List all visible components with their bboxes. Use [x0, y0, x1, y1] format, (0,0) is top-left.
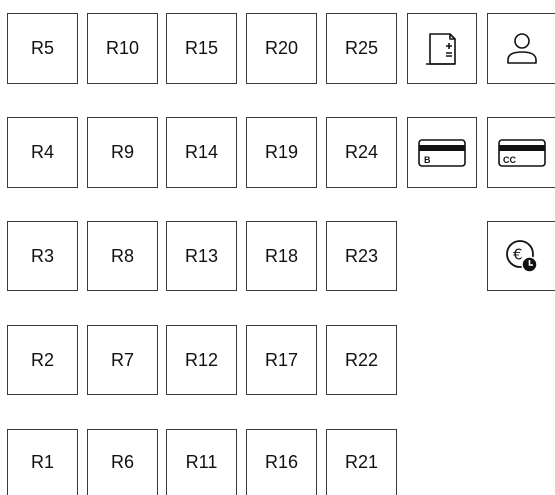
- table-label: R17: [264, 349, 299, 370]
- table-label: R3: [30, 245, 54, 266]
- table-button-r6[interactable]: R6: [87, 429, 158, 495]
- table-button-r23[interactable]: R23: [326, 221, 397, 291]
- table-button-r19[interactable]: R19: [246, 117, 317, 188]
- table-label: R7: [110, 349, 134, 370]
- table-button-r22[interactable]: R22: [326, 325, 397, 395]
- table-label: R13: [184, 245, 219, 266]
- table-label: R21: [344, 452, 379, 472]
- table-button-r24[interactable]: R24: [326, 117, 397, 188]
- table-label: R14: [184, 142, 219, 162]
- table-button-r14[interactable]: R14: [166, 117, 237, 188]
- table-label: R10: [105, 38, 140, 58]
- table-button-r10[interactable]: R10: [87, 13, 158, 84]
- table-button-r17[interactable]: R17: [246, 325, 317, 395]
- customer-button[interactable]: [487, 13, 555, 84]
- table-label: R16: [264, 452, 299, 472]
- table-button-r15[interactable]: R15: [166, 13, 237, 84]
- table-label: R19: [264, 142, 299, 162]
- table-button-r18[interactable]: R18: [246, 221, 317, 291]
- scheduled-payment-button[interactable]: €: [487, 221, 555, 291]
- table-label: R4: [30, 142, 54, 162]
- table-label: R2: [30, 349, 54, 370]
- new-bill-button[interactable]: [407, 13, 477, 84]
- table-label: R18: [264, 245, 299, 266]
- table-button-r8[interactable]: R8: [87, 221, 158, 291]
- table-label: R24: [344, 142, 379, 162]
- table-button-r7[interactable]: R7: [87, 325, 158, 395]
- table-label: R9: [110, 142, 134, 162]
- bank-card-button[interactable]: B: [407, 117, 477, 188]
- table-button-r4[interactable]: R4: [7, 117, 78, 188]
- table-button-r2[interactable]: R2: [7, 325, 78, 395]
- table-button-r25[interactable]: R25: [326, 13, 397, 84]
- table-label: R22: [344, 349, 379, 370]
- table-button-r12[interactable]: R12: [166, 325, 237, 395]
- table-label: R12: [184, 349, 219, 370]
- card-cc-icon: CC: [497, 138, 546, 167]
- table-button-r1[interactable]: R1: [7, 429, 78, 495]
- table-label: R20: [264, 38, 299, 58]
- table-label: R8: [110, 245, 134, 266]
- table-button-r9[interactable]: R9: [87, 117, 158, 188]
- credit-card-button[interactable]: CC: [487, 117, 555, 188]
- table-label: R23: [344, 245, 379, 266]
- table-button-r11[interactable]: R11: [166, 429, 237, 495]
- table-button-r3[interactable]: R3: [7, 221, 78, 291]
- table-button-r20[interactable]: R20: [246, 13, 317, 84]
- table-button-r5[interactable]: R5: [7, 13, 78, 84]
- table-button-r21[interactable]: R21: [326, 429, 397, 495]
- card-b-label: B: [424, 155, 431, 165]
- table-button-r13[interactable]: R13: [166, 221, 237, 291]
- user-icon: [506, 32, 537, 64]
- table-label: R11: [185, 452, 218, 472]
- table-label: R1: [30, 452, 54, 472]
- euro-symbol: €: [513, 246, 523, 264]
- table-button-r16[interactable]: R16: [246, 429, 317, 495]
- table-label: R15: [184, 38, 219, 58]
- table-label: R25: [344, 38, 379, 58]
- receipt-add-icon: [426, 32, 456, 65]
- table-label: R5: [30, 38, 54, 58]
- euro-clock-icon: €: [505, 240, 538, 273]
- card-b-icon: B: [418, 138, 466, 167]
- table-label: R6: [110, 452, 134, 472]
- card-cc-label: CC: [503, 155, 516, 165]
